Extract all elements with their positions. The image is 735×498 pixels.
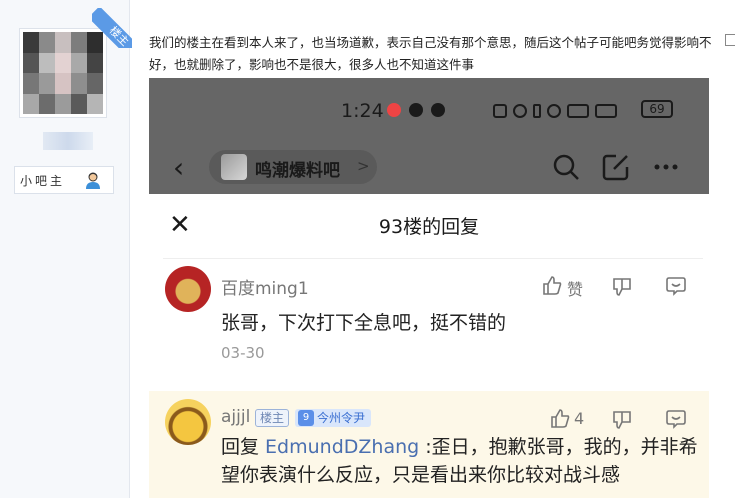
reply-username[interactable]: 百度ming1 xyxy=(221,274,309,299)
tieba-post-page: 楼主 小吧主 我们的楼主在看到本人来了，也当场道歉，表示自己没有那个意思，随后这… xyxy=(0,0,735,498)
tieba-notification-icon xyxy=(431,103,445,117)
reply-content: 张哥，下次打下全息吧，挺不错的 xyxy=(221,312,507,334)
user-icon xyxy=(86,172,100,189)
op-corner-badge: 楼主 xyxy=(92,8,132,48)
reply-to-user-link[interactable]: EdmundDZhang xyxy=(265,436,419,458)
comment-icon[interactable] xyxy=(665,407,687,429)
author-role-label: 小吧主 xyxy=(20,173,66,188)
author-role-box: 小吧主 xyxy=(14,166,114,194)
forum-pill[interactable]: 鸣潮爆料吧 > xyxy=(209,150,377,184)
divider xyxy=(163,258,703,259)
nfc-icon xyxy=(493,104,507,118)
phone-status-bar: 1:24 69 xyxy=(149,98,709,122)
thumbs-down-icon[interactable] xyxy=(611,409,633,431)
status-icons xyxy=(493,102,617,120)
embedded-screenshot: 1:24 69 ‹ 鸣潮爆料吧 > ✕ 93楼的回复 百度ming1 赞 张哥，… xyxy=(149,78,709,498)
back-icon[interactable]: ‹ xyxy=(173,154,184,182)
reply-prefix: 回复 xyxy=(221,436,266,458)
signal-5g-icon xyxy=(567,104,589,118)
compose-icon[interactable] xyxy=(601,152,631,182)
reply-date: 03-30 xyxy=(221,344,265,362)
op-badge: 楼主 xyxy=(255,409,290,427)
thumbs-down-icon[interactable] xyxy=(611,276,633,298)
post-body-text: 我们的楼主在看到本人来了，也当场道歉，表示自己没有那个意思，随后这个帖子可能吧务… xyxy=(149,35,712,72)
avatar-image xyxy=(23,32,103,114)
app-notification-icon xyxy=(387,103,401,117)
dimmed-header-area: 1:24 69 ‹ 鸣潮爆料吧 > xyxy=(149,78,709,194)
forum-logo-icon xyxy=(221,154,247,180)
more-icon[interactable] xyxy=(651,152,681,182)
comment-icon[interactable] xyxy=(665,274,687,296)
level-badge: 9 今州令尹 xyxy=(295,409,372,427)
reply-username[interactable]: ajjjl xyxy=(221,407,250,427)
like-label[interactable]: 赞 xyxy=(567,276,583,300)
forum-nav-bar: ‹ 鸣潮爆料吧 > xyxy=(149,150,709,186)
level-title: 今州令尹 xyxy=(317,411,366,425)
sheet-title: 93楼的回复 xyxy=(378,216,480,238)
reply-content: 回复 EdmundDZhang :歪日，抱歉张哥，我的，并非希望你表演什么反应，… xyxy=(221,433,701,489)
like-count[interactable]: 4 xyxy=(574,409,584,428)
status-time: 1:24 xyxy=(341,100,384,122)
moon-icon xyxy=(547,104,561,118)
reply-avatar[interactable] xyxy=(165,399,211,445)
forum-name: 鸣潮爆料吧 xyxy=(255,161,340,181)
thumbs-up-icon[interactable] xyxy=(541,274,563,296)
signal-4g-icon xyxy=(595,104,617,118)
author-name-blurred[interactable] xyxy=(43,132,93,150)
search-icon[interactable] xyxy=(551,152,581,182)
level-number: 9 xyxy=(298,410,314,426)
reply-item-highlighted: ajjjl 楼主 9 今州令尹 4 回复 EdmundDZhang :歪日，抱歉… xyxy=(149,391,709,498)
author-sidebar: 楼主 小吧主 xyxy=(0,0,132,498)
op-corner-badge-label: 楼主 xyxy=(92,8,132,48)
bluetooth-icon xyxy=(533,104,541,118)
expand-icon[interactable] xyxy=(725,34,735,46)
thumbs-up-icon[interactable] xyxy=(549,407,571,429)
alarm-icon xyxy=(513,104,527,118)
reply-avatar[interactable] xyxy=(165,266,211,312)
chevron-right-icon: > xyxy=(357,157,370,175)
battery-indicator: 69 xyxy=(641,100,673,118)
qq-icon xyxy=(409,103,423,117)
